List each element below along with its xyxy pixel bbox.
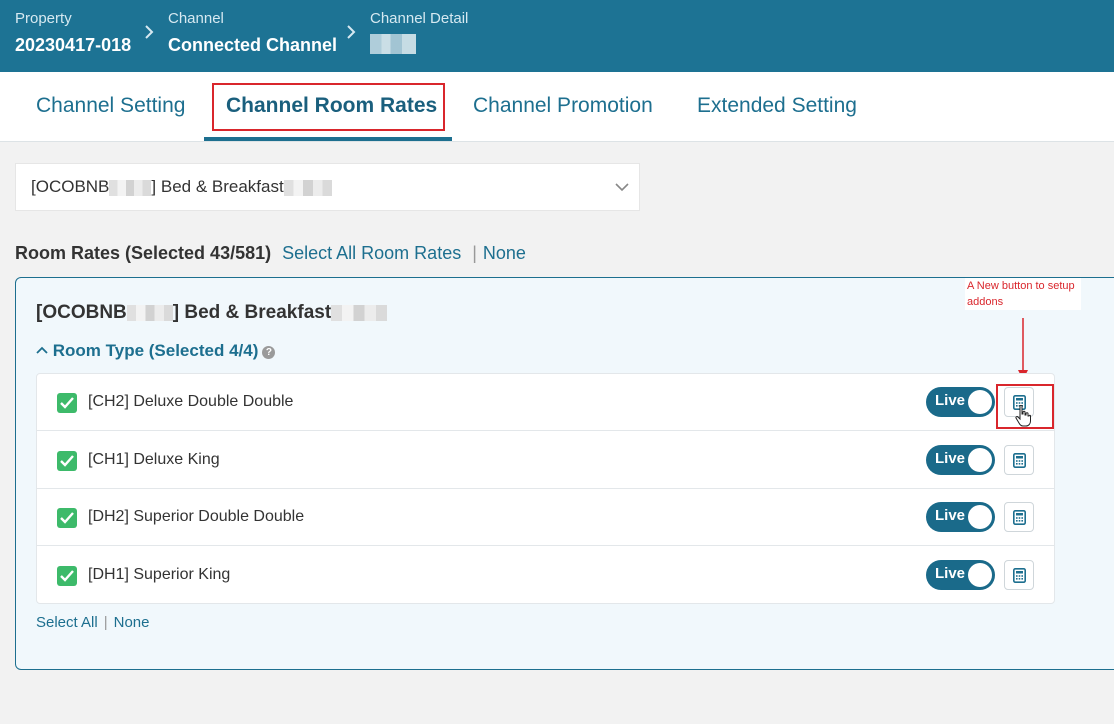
select-all-link[interactable]: Select All [36,614,98,631]
redacted-code [126,304,173,321]
live-toggle[interactable]: Live [926,560,995,590]
panel-title-middle: ] Bed & Breakfast [172,302,332,323]
calculator-icon [1013,510,1026,525]
breadcrumb-property[interactable]: Property 20230417-018 [15,10,131,56]
toggle-label: Live [935,392,966,409]
help-icon[interactable]: ? [262,346,276,359]
hand-pointer-icon [1015,405,1031,427]
redacted-code [109,179,152,196]
select-all-room-rates-link[interactable]: Select All Room Rates [282,243,461,263]
row-checkbox[interactable] [57,566,77,586]
live-toggle[interactable]: Live [926,387,995,417]
room-type-list: [CH2] Deluxe Double Double Live [CH1] De… [36,373,1055,604]
annotation-note: A New button to setup addons [965,278,1081,310]
tab-channel-promotion[interactable]: Channel Promotion [473,94,653,118]
room-type-label: [DH2] Superior Double Double [88,508,305,525]
redacted-value [370,34,416,54]
redacted-suffix [283,179,332,196]
select-middle: ] Bed & Breakfast [151,177,284,196]
none-link[interactable]: None [114,614,150,631]
breadcrumb-value: 20230417-018 [15,35,132,55]
row-checkbox[interactable] [57,393,77,413]
calculator-icon [1013,453,1026,468]
room-rates-header: Room Rates (Selected 43/581) Select All … [15,243,526,264]
toggle-label: Live [935,450,966,467]
bottom-select-links: Select All | None [36,614,149,631]
divider: | [103,614,108,631]
live-toggle[interactable]: Live [926,502,995,532]
breadcrumb-label: Property [15,10,72,27]
row-checkbox[interactable] [57,451,77,471]
active-tab-indicator [204,137,452,141]
panel-title-prefix: [OCOBNB [36,302,127,323]
breadcrumb-label: Channel [168,10,224,27]
room-type-toggle[interactable]: Room Type (Selected 4/4)? [36,341,276,361]
calculator-icon [1013,568,1026,583]
tab-extended-setting[interactable]: Extended Setting [697,94,857,118]
room-rates-title: Room Rates (Selected 43/581) [15,243,272,263]
live-toggle[interactable]: Live [926,445,995,475]
row-checkbox[interactable] [57,508,77,528]
list-item: [DH2] Superior Double Double Live [37,489,1054,546]
redacted-suffix [331,304,388,321]
toggle-knob [968,505,992,529]
toggle-label: Live [935,507,966,524]
list-item: [DH1] Superior King Live [37,547,1054,604]
room-type-label: [CH1] Deluxe King [88,451,220,468]
room-type-header: Room Type (Selected 4/4) [52,341,259,360]
breadcrumb-value: Connected Channel [168,35,338,55]
none-room-rates-link[interactable]: None [483,243,526,263]
breadcrumb-label: Channel Detail [370,10,469,27]
toggle-knob [968,563,992,587]
toggle-knob [968,448,992,472]
select-prefix: [OCOBNB [31,177,110,196]
rate-plan-select[interactable]: [OCOBNB ] Bed & Breakfast [15,163,640,211]
chevron-right-icon [144,24,154,45]
toggle-label: Live [935,565,966,582]
addons-button[interactable] [1004,560,1034,590]
tab-bar: Channel Setting Channel Room Rates Chann… [0,72,1114,142]
list-item: [CH1] Deluxe King Live [37,432,1054,489]
list-item: [CH2] Deluxe Double Double Live [37,374,1054,431]
room-type-label: [DH1] Superior King [88,566,231,583]
tab-channel-setting[interactable]: Channel Setting [36,94,185,118]
chevron-down-icon [615,177,629,192]
addons-button[interactable] [1004,502,1034,532]
chevron-right-icon [346,24,356,45]
room-type-label: [CH2] Deluxe Double Double [88,393,294,410]
chevron-up-icon [36,346,48,354]
top-header: Property 20230417-018 Channel Connected … [0,0,1114,72]
breadcrumb-channel-detail: Channel Detail [370,10,468,59]
annotation-highlight-tab [212,83,445,131]
panel-title: [OCOBNB ] Bed & Breakfast [36,302,388,324]
toggle-knob [968,390,992,414]
divider: | [472,243,477,263]
breadcrumb-channel[interactable]: Channel Connected Channel [168,10,337,56]
addons-button[interactable] [1004,445,1034,475]
